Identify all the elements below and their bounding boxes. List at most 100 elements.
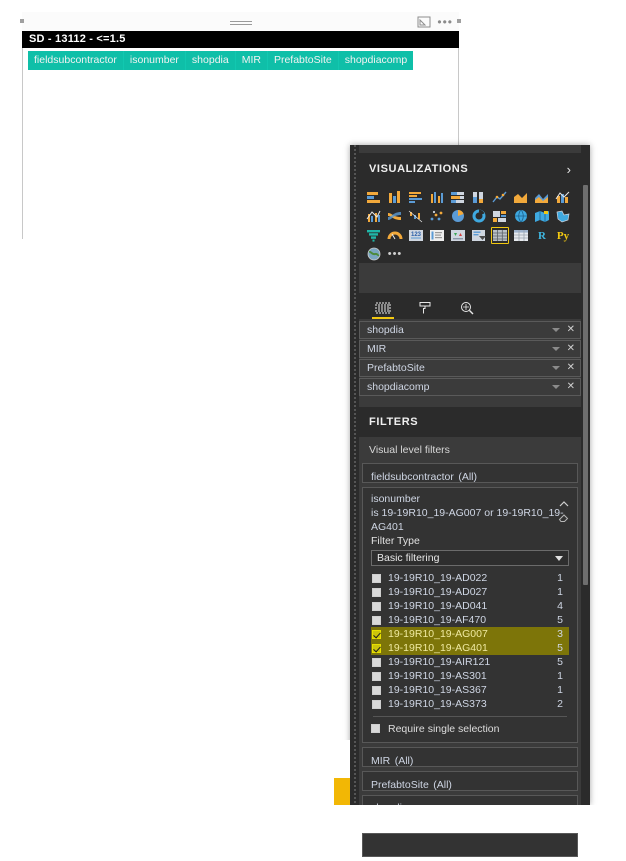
table-column-header[interactable]: fieldsubcontractor bbox=[28, 51, 124, 70]
checkbox[interactable] bbox=[371, 724, 380, 733]
filter-value-row[interactable]: 19-19R10_19-AF470 5 bbox=[371, 613, 569, 627]
checkbox[interactable] bbox=[372, 657, 381, 667]
matrix-icon[interactable] bbox=[512, 227, 530, 244]
checkbox[interactable] bbox=[372, 671, 381, 681]
area-chart-icon[interactable] bbox=[512, 189, 530, 206]
clustered-column-chart-icon[interactable] bbox=[428, 189, 446, 206]
chevron-down-icon[interactable] bbox=[555, 555, 563, 561]
scatter-chart-icon[interactable] bbox=[428, 208, 446, 225]
checkbox[interactable] bbox=[372, 587, 381, 597]
filter-value-row[interactable]: 19-19R10_19-AS367 1 bbox=[371, 683, 569, 697]
filter-scope: (All) bbox=[433, 779, 452, 791]
waterfall-chart-icon[interactable] bbox=[407, 208, 425, 225]
filter-type-select[interactable]: Basic filtering bbox=[371, 550, 569, 566]
filter-value-row-selected[interactable]: 19-19R10_19-AG007 3 bbox=[371, 627, 569, 641]
donut-chart-icon[interactable] bbox=[470, 208, 488, 225]
filter-value-count: 2 bbox=[557, 698, 563, 710]
chevron-down-icon[interactable] bbox=[552, 366, 560, 370]
field-well-item[interactable]: shopdia ✕ bbox=[359, 321, 581, 339]
eraser-icon[interactable] bbox=[558, 510, 569, 522]
remove-field-icon[interactable]: ✕ bbox=[567, 344, 575, 354]
pane-scrollbar-thumb[interactable] bbox=[583, 185, 588, 585]
checkbox[interactable] bbox=[372, 615, 381, 625]
focus-mode-icon[interactable] bbox=[417, 16, 431, 28]
field-well-item[interactable]: MIR ✕ bbox=[359, 340, 581, 358]
line-and-clustered-column-chart-icon[interactable] bbox=[365, 208, 383, 225]
filter-scope: (All) bbox=[394, 755, 414, 767]
checkbox[interactable] bbox=[372, 573, 381, 583]
resize-handle-left[interactable] bbox=[20, 19, 24, 23]
table-column-header[interactable]: shopdiacomp bbox=[339, 51, 413, 70]
filter-card-isonumber[interactable]: isonumber is 19-19R10_19-AG007 or 19-19R… bbox=[362, 487, 578, 743]
visual-more-options-icon[interactable]: ••• bbox=[437, 16, 453, 28]
checkbox[interactable] bbox=[372, 699, 381, 709]
chevron-down-icon[interactable] bbox=[552, 328, 560, 332]
filter-card-fieldsubcontractor[interactable]: fieldsubcontractor (All) bbox=[362, 463, 578, 483]
r-script-visual-icon[interactable]: R bbox=[533, 227, 551, 244]
field-well-item[interactable]: shopdiacomp ✕ bbox=[359, 378, 581, 396]
filter-card-next-clipped[interactable] bbox=[362, 833, 578, 857]
kpi-icon[interactable] bbox=[449, 227, 467, 244]
stacked-bar-chart-icon[interactable] bbox=[365, 189, 383, 206]
card-icon[interactable]: 123 bbox=[407, 227, 425, 244]
filter-value-row[interactable]: 19-19R10_19-AS373 2 bbox=[371, 697, 569, 711]
checkbox[interactable] bbox=[372, 601, 381, 611]
stacked-area-chart-icon[interactable] bbox=[533, 189, 551, 206]
table-column-header[interactable]: shopdia bbox=[186, 51, 236, 70]
tab-fields[interactable] bbox=[372, 297, 394, 319]
tab-analytics[interactable] bbox=[457, 297, 477, 319]
filter-value-row-selected[interactable]: 19-19R10_19-AG401 5 bbox=[371, 641, 569, 655]
clustered-bar-chart-icon[interactable] bbox=[407, 189, 425, 206]
remove-field-icon[interactable]: ✕ bbox=[567, 325, 575, 335]
stacked-column-chart-icon[interactable] bbox=[386, 189, 404, 206]
ribbon-chart-icon[interactable] bbox=[386, 208, 404, 225]
filter-value-row[interactable]: 19-19R10_19-AS301 1 bbox=[371, 669, 569, 683]
filter-value-label: 19-19R10_19-AS367 bbox=[388, 684, 487, 696]
shape-map-icon[interactable] bbox=[554, 208, 572, 225]
checkbox-checked[interactable] bbox=[372, 629, 381, 639]
drag-handle-icon[interactable] bbox=[229, 21, 252, 25]
checkbox[interactable] bbox=[372, 685, 381, 695]
pie-chart-icon[interactable] bbox=[449, 208, 467, 225]
remove-field-icon[interactable]: ✕ bbox=[567, 363, 575, 373]
table-column-header[interactable]: MIR bbox=[236, 51, 268, 70]
resize-handle-right[interactable] bbox=[457, 19, 461, 23]
table-column-header[interactable]: isonumber bbox=[124, 51, 186, 70]
map-icon[interactable] bbox=[512, 208, 530, 225]
gauge-chart-icon[interactable] bbox=[386, 227, 404, 244]
treemap-icon[interactable] bbox=[491, 208, 509, 225]
filter-card-mir[interactable]: MIR (All) bbox=[362, 747, 578, 767]
visualizations-header: VISUALIZATIONS › bbox=[359, 153, 581, 185]
line-chart-icon[interactable] bbox=[491, 189, 509, 206]
pane-left-gutter bbox=[350, 145, 359, 805]
filled-map-icon[interactable] bbox=[533, 208, 551, 225]
hundred-percent-stacked-column-chart-icon[interactable] bbox=[470, 189, 488, 206]
table-icon[interactable] bbox=[491, 227, 509, 244]
filter-value-row[interactable]: 19-19R10_19-AD041 4 bbox=[371, 599, 569, 613]
require-single-selection-row[interactable]: Require single selection bbox=[371, 721, 569, 736]
hundred-percent-stacked-bar-chart-icon[interactable] bbox=[449, 189, 467, 206]
chevron-down-icon[interactable] bbox=[552, 385, 560, 389]
tab-format[interactable] bbox=[415, 297, 435, 319]
filter-value-row[interactable]: 19-19R10_19-AD027 1 bbox=[371, 585, 569, 599]
filter-card-prefabtosite[interactable]: PrefabtoSite (All) bbox=[362, 771, 578, 791]
visualization-type-gallery: 123 R Py ••• bbox=[359, 185, 581, 263]
field-well-item[interactable]: PrefabtoSite ✕ bbox=[359, 359, 581, 377]
line-and-stacked-column-chart-icon[interactable] bbox=[554, 189, 572, 206]
multi-row-card-icon[interactable] bbox=[428, 227, 446, 244]
get-more-visuals-icon[interactable]: ••• bbox=[386, 246, 404, 263]
arcgis-maps-icon[interactable] bbox=[365, 246, 383, 263]
viz-gallery-row bbox=[365, 208, 581, 226]
chevron-right-icon[interactable]: › bbox=[567, 163, 571, 176]
filter-value-row[interactable]: 19-19R10_19-AIR121 5 bbox=[371, 655, 569, 669]
chevron-down-icon[interactable] bbox=[552, 347, 560, 351]
table-column-header[interactable]: PrefabtoSite bbox=[268, 51, 339, 70]
filter-value-row[interactable]: 19-19R10_19-AD022 1 bbox=[371, 571, 569, 585]
remove-field-icon[interactable]: ✕ bbox=[567, 382, 575, 392]
filters-title: FILTERS bbox=[369, 416, 419, 428]
chevron-up-icon[interactable] bbox=[559, 494, 569, 507]
slicer-icon[interactable] bbox=[470, 227, 488, 244]
funnel-chart-icon[interactable] bbox=[365, 227, 383, 244]
checkbox-checked[interactable] bbox=[372, 643, 381, 653]
python-visual-icon[interactable]: Py bbox=[554, 227, 572, 244]
